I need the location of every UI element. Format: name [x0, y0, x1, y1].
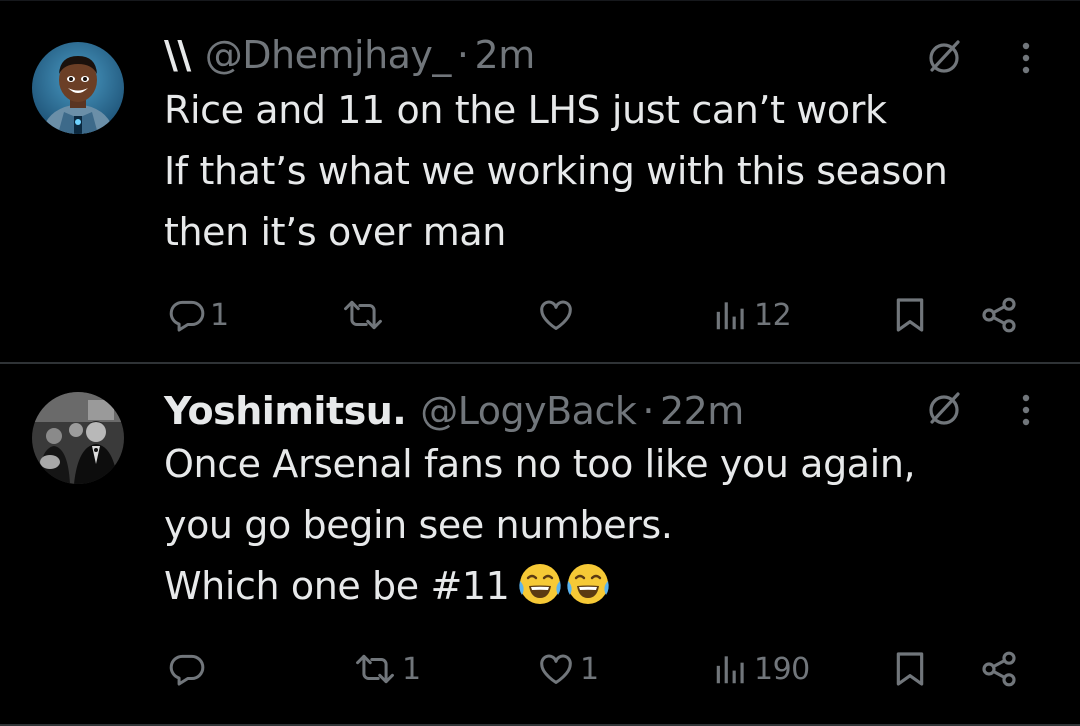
tweet-header: \\ @Dhemjhay_ · 2m: [164, 30, 535, 80]
share-button[interactable]: [978, 290, 1020, 340]
timestamp[interactable]: 22m: [660, 389, 744, 433]
tweet-text-line: then it’s over man: [164, 210, 506, 254]
tweet-text-line: Which one be #11: [164, 564, 510, 608]
tweet-text-line: Once Arsenal fans no too like you again,: [164, 442, 916, 486]
like-icon: [540, 654, 572, 684]
like-button[interactable]: [536, 290, 576, 340]
bookmark-button[interactable]: [890, 290, 930, 340]
views-icon: [716, 656, 744, 684]
separator: ·: [456, 33, 469, 77]
tweet[interactable]: Yoshimitsu. @LogyBack · 22m Once Arsenal…: [0, 364, 1080, 724]
reply-count: 1: [210, 297, 229, 333]
face-with-tears-of-joy-emoji: [519, 564, 562, 604]
tweet-text-line: If that’s what we working with this seas…: [164, 149, 948, 193]
avatar[interactable]: [32, 392, 124, 484]
user-handle[interactable]: @LogyBack: [420, 389, 637, 433]
tweet[interactable]: \\ @Dhemjhay_ · 2m Rice and 11 on the LH…: [0, 0, 1080, 362]
grok-icon[interactable]: [924, 36, 964, 76]
share-button[interactable]: [978, 644, 1020, 694]
reply-button[interactable]: 1: [168, 290, 229, 340]
tweet-text-line: you go begin see numbers.: [164, 503, 673, 547]
reply-icon: [169, 654, 205, 686]
bookmark-button[interactable]: [890, 644, 930, 694]
tweet-header: Yoshimitsu. @LogyBack · 22m: [164, 386, 744, 436]
face-with-tears-of-joy-emoji: [567, 564, 610, 604]
grok-icon[interactable]: [924, 388, 964, 428]
repost-button[interactable]: 1: [352, 644, 421, 694]
like-button[interactable]: 1: [536, 644, 599, 694]
views-button[interactable]: 12: [712, 290, 792, 340]
action-bar: 1 12: [0, 290, 1080, 340]
share-icon: [982, 297, 1016, 333]
views-button[interactable]: 190: [712, 644, 810, 694]
share-icon: [982, 651, 1016, 687]
user-handle[interactable]: @Dhemjhay_: [205, 33, 452, 77]
more-options-icon[interactable]: [1014, 390, 1038, 430]
repost-icon: [356, 654, 394, 684]
display-name[interactable]: Yoshimitsu.: [164, 389, 407, 433]
timestamp[interactable]: 2m: [475, 33, 536, 77]
tweet-text-line: Rice and 11 on the LHS just can’t work: [164, 88, 887, 132]
repost-icon: [344, 300, 382, 330]
views-icon: [716, 302, 744, 330]
repost-button[interactable]: [340, 290, 386, 340]
more-options-icon[interactable]: [1014, 38, 1038, 78]
like-count: 1: [580, 651, 599, 687]
avatar[interactable]: [32, 42, 124, 134]
repost-count: 1: [402, 651, 421, 687]
display-name[interactable]: \\: [164, 33, 191, 77]
tweet-text: Once Arsenal fans no too like you again,…: [164, 434, 1064, 617]
views-count: 12: [754, 297, 792, 333]
tweet-text-line-with-emoji: Which one be #11: [164, 556, 1064, 617]
bookmark-icon: [896, 652, 924, 686]
separator: ·: [642, 389, 654, 433]
views-count: 190: [754, 651, 810, 687]
bookmark-icon: [896, 298, 924, 332]
action-bar: 1 1 190: [0, 644, 1080, 694]
like-icon: [540, 300, 572, 330]
tweet-text: Rice and 11 on the LHS just can’t work I…: [164, 80, 1064, 263]
reply-icon: [169, 300, 205, 332]
reply-button[interactable]: [168, 644, 210, 694]
